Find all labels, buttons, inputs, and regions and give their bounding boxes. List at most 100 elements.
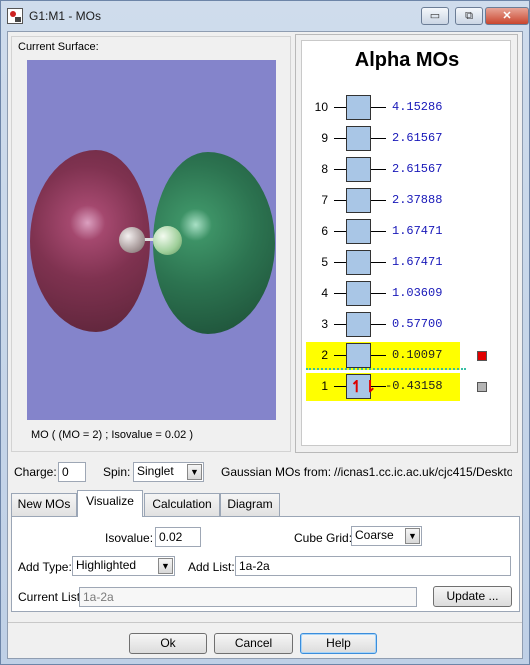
current-surface-group: Current Surface: MO ( (MO = 2) ; Isovalu… bbox=[11, 36, 291, 452]
mo-index: 8 bbox=[321, 162, 328, 176]
mo-level-row[interactable]: 6 1.67471 bbox=[302, 218, 512, 246]
mo-level-box[interactable] bbox=[346, 95, 371, 120]
footer-separator bbox=[8, 622, 522, 623]
mo-index: 10 bbox=[314, 100, 328, 114]
mo-energy: 2.37888 bbox=[392, 193, 443, 207]
mo-diagram: Alpha MOs 10 4.15286 9 2.61567 8 2.61567 7 2.37… bbox=[301, 40, 511, 446]
close-button[interactable]: ✕ bbox=[485, 7, 529, 25]
mo-level-line bbox=[334, 355, 346, 356]
spin-select[interactable]: Singlet ▼ bbox=[133, 462, 204, 482]
mo-level-line bbox=[334, 138, 346, 139]
mo-energy: 0.10097 bbox=[392, 348, 443, 362]
current-list-label: Current List: bbox=[18, 590, 84, 604]
mo-level-line bbox=[334, 324, 346, 325]
cube-grid-select[interactable]: Coarse ▼ bbox=[351, 526, 422, 546]
ok-button[interactable]: Ok bbox=[129, 633, 207, 654]
chevron-down-icon: ▼ bbox=[158, 558, 173, 574]
atom-left bbox=[119, 227, 145, 253]
mo-energy: 1.67471 bbox=[392, 224, 443, 238]
mo-level-row[interactable]: 9 2.61567 bbox=[302, 125, 512, 153]
mo-level-line bbox=[371, 169, 386, 170]
tab-visualize[interactable]: Visualize bbox=[77, 490, 143, 517]
mo-color-marker[interactable] bbox=[477, 382, 487, 392]
mo-level-line bbox=[371, 231, 386, 232]
current-list-field: 1a-2a bbox=[79, 587, 417, 607]
mo-level-row[interactable]: 8 2.61567 bbox=[302, 156, 512, 184]
add-type-value: Highlighted bbox=[76, 558, 137, 572]
mo-index: 9 bbox=[321, 131, 328, 145]
mo-index: 7 bbox=[321, 193, 328, 207]
mo-level-box[interactable] bbox=[346, 312, 371, 337]
mo-energy: 1.67471 bbox=[392, 255, 443, 269]
mo-index: 3 bbox=[321, 317, 328, 331]
spin-value: Singlet bbox=[137, 464, 174, 478]
mo-level-line bbox=[334, 262, 346, 263]
spin-label: Spin: bbox=[103, 465, 131, 479]
surface-caption: MO ( (MO = 2) ; Isovalue = 0.02 ) bbox=[31, 429, 193, 441]
mo-level-line bbox=[334, 386, 346, 387]
mo-level-row[interactable]: 10 4.15286 bbox=[302, 94, 512, 122]
homo-lumo-separator bbox=[306, 368, 466, 370]
mo-level-line bbox=[371, 386, 386, 387]
chevron-down-icon: ▼ bbox=[187, 464, 202, 480]
charge-label: Charge: bbox=[14, 465, 57, 479]
mo-level-line bbox=[334, 107, 346, 108]
mo-level-line bbox=[371, 200, 386, 201]
mo-energy: 2.61567 bbox=[392, 162, 443, 176]
cube-grid-value: Coarse bbox=[355, 528, 394, 542]
mo-index: 2 bbox=[321, 348, 328, 362]
help-button[interactable]: Help bbox=[300, 633, 377, 654]
mo-level-line bbox=[371, 355, 386, 356]
mo-level-row[interactable]: 5 1.67471 bbox=[302, 249, 512, 277]
mo-level-line bbox=[371, 262, 386, 263]
mo-color-marker[interactable] bbox=[477, 351, 487, 361]
mo-level-box[interactable] bbox=[346, 219, 371, 244]
add-list-field[interactable]: 1a-2a bbox=[235, 556, 511, 576]
mo-level-row[interactable]: 4 1.03609 bbox=[302, 280, 512, 308]
mo-level-box[interactable] bbox=[346, 281, 371, 306]
mo-energy: -0.43158 bbox=[385, 379, 443, 393]
mo-level-row[interactable]: 7 2.37888 bbox=[302, 187, 512, 215]
mo-level-box[interactable] bbox=[346, 157, 371, 182]
mo-level-line bbox=[334, 293, 346, 294]
isovalue-field[interactable]: 0.02 bbox=[155, 527, 201, 547]
mos-window: G1:M1 - MOs ▭ ⧉ ✕ Current Surface: MO ( … bbox=[0, 0, 530, 665]
charge-field[interactable]: 0 bbox=[58, 462, 86, 482]
mo-level-line bbox=[371, 293, 386, 294]
mo-index: 5 bbox=[321, 255, 328, 269]
tab-calculation[interactable]: Calculation bbox=[144, 493, 220, 516]
add-type-select[interactable]: Highlighted ▼ bbox=[72, 556, 175, 576]
mo-index: 4 bbox=[321, 286, 328, 300]
electron-pair-icon: ↿⇂ bbox=[350, 379, 377, 396]
mo-level-box[interactable] bbox=[346, 250, 371, 275]
restore-button[interactable]: ⧉ bbox=[455, 7, 483, 25]
title-bar: G1:M1 - MOs ▭ ⧉ ✕ bbox=[1, 1, 529, 31]
mo-index: 1 bbox=[321, 379, 328, 393]
mo-level-box[interactable] bbox=[346, 343, 371, 368]
dialog-client-area: Current Surface: MO ( (MO = 2) ; Isovalu… bbox=[7, 31, 523, 659]
mo-level-box[interactable] bbox=[346, 126, 371, 151]
mo-level-row[interactable]: 3 0.57700 bbox=[302, 311, 512, 339]
window-title: G1:M1 - MOs bbox=[29, 9, 102, 23]
add-type-label: Add Type: bbox=[18, 560, 72, 574]
mo-level-row[interactable]: 2 0.10097 bbox=[306, 342, 460, 370]
mo-index: 6 bbox=[321, 224, 328, 238]
mo-energy: 0.57700 bbox=[392, 317, 443, 331]
update-button[interactable]: Update ... bbox=[433, 586, 512, 607]
tab-diagram[interactable]: Diagram bbox=[220, 493, 280, 516]
mo-level-box[interactable] bbox=[346, 188, 371, 213]
surface-viewport[interactable] bbox=[27, 60, 276, 420]
cancel-button[interactable]: Cancel bbox=[214, 633, 293, 654]
mo-level-line bbox=[334, 231, 346, 232]
mo-diagram-panel: Alpha MOs 10 4.15286 9 2.61567 8 2.61567 7 2.37… bbox=[295, 34, 518, 453]
mo-level-box[interactable]: ↿⇂ bbox=[346, 374, 377, 399]
mo-diagram-title: Alpha MOs bbox=[354, 49, 460, 71]
mo-level-line bbox=[371, 324, 386, 325]
mo-level-row[interactable]: 1 ↿⇂ -0.43158 bbox=[306, 373, 460, 401]
mo-energy: 2.61567 bbox=[392, 131, 443, 145]
minimize-button[interactable]: ▭ bbox=[421, 7, 449, 25]
tab-new-mos[interactable]: New MOs bbox=[11, 493, 77, 516]
mo-level-line bbox=[371, 138, 386, 139]
mo-level-line bbox=[371, 107, 386, 108]
mo-level-line bbox=[334, 200, 346, 201]
